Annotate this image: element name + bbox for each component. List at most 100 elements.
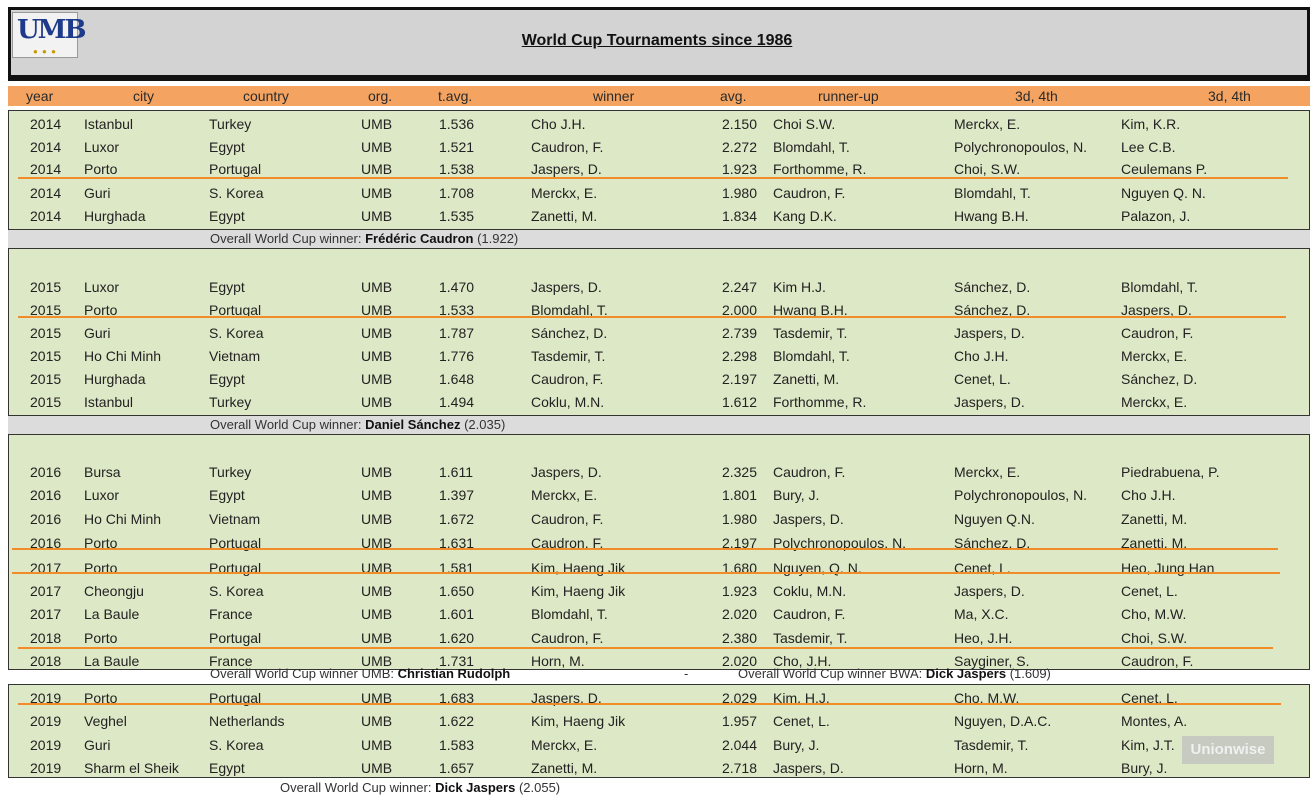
cell-org: UMB xyxy=(361,325,393,341)
cell-third-fourth-a: Cho J.H. xyxy=(954,348,1009,364)
overall-winner-2018: Overall World Cup winner UMB: Christian … xyxy=(8,666,1310,684)
cell-city: Guri xyxy=(84,325,111,341)
overall-prefix: Overall World Cup winner: xyxy=(280,780,436,795)
overall-suffix: (2.055) xyxy=(515,780,561,795)
overall-suffix: (1.922) xyxy=(473,231,519,246)
cell-third-fourth-a: Jaspers, D. xyxy=(954,583,1025,599)
cell-org: UMB xyxy=(361,511,393,527)
cell-third-fourth-a: Nguyen, D.A.C. xyxy=(954,713,1052,729)
cell-winner: Merckx, E. xyxy=(531,487,598,503)
cell-winner: Merckx, E. xyxy=(531,185,598,201)
cell-year: 2015 xyxy=(30,325,62,341)
cell-year: 2018 xyxy=(30,653,62,669)
cell-third-fourth-a: Tasdemir, T. xyxy=(954,737,1029,753)
cell-org: UMB xyxy=(361,737,393,753)
cell-winner: Kim, Haeng Jik xyxy=(531,713,626,729)
cell-runner-up: Caudron, F. xyxy=(773,606,846,622)
cell-third-fourth-b: Bury, J. xyxy=(1121,760,1168,776)
cell-year: 2018 xyxy=(30,630,62,646)
cell-avg: 2.197 xyxy=(721,371,757,387)
cell-country: S. Korea xyxy=(209,583,264,599)
cell-avg: 1.957 xyxy=(721,713,757,729)
cell-third-fourth-b: Montes, A. xyxy=(1121,713,1188,729)
cell-avg: 2.150 xyxy=(721,116,757,132)
cell-country: Egypt xyxy=(209,139,245,155)
cell-tavg: 1.776 xyxy=(439,348,475,364)
cell-third-fourth-b: Cenet, L. xyxy=(1121,583,1178,599)
cell-third-fourth-b: Merckx, E. xyxy=(1121,348,1188,364)
cell-third-fourth-a: Polychronopoulos, N. xyxy=(954,487,1088,503)
overall-winner-2014: Overall World Cup winner: Frédéric Caudr… xyxy=(8,230,1310,248)
block-2014 xyxy=(8,110,1310,230)
cell-year: 2016 xyxy=(30,464,62,480)
block-2019 xyxy=(8,684,1310,778)
cell-country: Turkey xyxy=(209,464,252,480)
cell-avg: 2.020 xyxy=(721,606,757,622)
header-avg: avg. xyxy=(720,88,747,104)
header-org: org. xyxy=(368,88,393,104)
cell-year: 2016 xyxy=(30,487,62,503)
cell-country: S. Korea xyxy=(209,325,264,341)
cell-country: Egypt xyxy=(209,371,245,387)
cell-third-fourth-b: Caudron, F. xyxy=(1121,325,1194,341)
overall-name: Daniel Sánchez xyxy=(365,417,461,432)
cell-runner-up: Tasdemir, T. xyxy=(773,325,848,341)
cell-avg: 2.298 xyxy=(721,348,757,364)
cell-third-fourth-b: Ceulemans P. xyxy=(1121,161,1208,177)
cell-winner: Tasdemir, T. xyxy=(531,348,606,364)
overall-line: Overall World Cup winner: Daniel Sánchez… xyxy=(210,417,505,432)
overall-name: Dick Jaspers xyxy=(435,780,516,795)
cell-year: 2015 xyxy=(30,348,62,364)
cell-org: UMB xyxy=(361,116,393,132)
cell-tavg: 1.650 xyxy=(439,583,475,599)
cell-third-fourth-a: Nguyen Q.N. xyxy=(954,511,1035,527)
cell-year: 2017 xyxy=(30,583,62,599)
cell-tavg: 1.397 xyxy=(439,487,475,503)
cell-winner: Zanetti, M. xyxy=(531,760,598,776)
cell-third-fourth-a: Hwang B.H. xyxy=(954,208,1029,224)
cell-runner-up: Jaspers, D. xyxy=(773,511,844,527)
world-cup-table-page: UMB ● ● ● World Cup Tournaments since 19… xyxy=(0,0,1314,805)
cell-country: Portugal xyxy=(209,161,262,177)
cell-org: UMB xyxy=(361,464,393,480)
table-header: year city country org. t.avg. winner avg… xyxy=(8,86,1310,106)
cell-runner-up: Forthomme, R. xyxy=(773,394,867,410)
cell-org: UMB xyxy=(361,394,393,410)
overall-umb-prefix: Overall World Cup winner UMB: xyxy=(210,666,398,681)
cell-tavg: 1.583 xyxy=(439,737,475,753)
cell-city: Luxor xyxy=(84,487,120,503)
cell-org: UMB xyxy=(361,487,393,503)
overall-prefix: Overall World Cup winner: xyxy=(210,231,366,246)
highlight-line-porto-2018 xyxy=(18,647,1273,649)
overall-winner-2019: Overall World Cup winner: Dick Jaspers (… xyxy=(8,779,1310,797)
header-winner: winner xyxy=(593,88,635,104)
cell-runner-up: Kim H.J. xyxy=(773,279,826,295)
cell-tavg: 1.620 xyxy=(439,630,475,646)
cell-third-fourth-a: Merckx, E. xyxy=(954,464,1021,480)
overall-suffix: (2.035) xyxy=(460,417,506,432)
cell-year: 2014 xyxy=(30,139,62,155)
cell-country: Turkey xyxy=(209,394,252,410)
cell-city: Istanbul xyxy=(84,394,134,410)
cell-winner: Jaspers, D. xyxy=(531,464,602,480)
highlight-line-porto-2015 xyxy=(18,316,1286,318)
cell-winner: Jaspers, D. xyxy=(531,161,602,177)
cell-year: 2014 xyxy=(30,161,62,177)
cell-year: 2017 xyxy=(30,606,62,622)
cell-runner-up: Bury, J. xyxy=(773,737,820,753)
cell-tavg: 1.601 xyxy=(439,606,475,622)
cell-tavg: 1.494 xyxy=(439,394,475,410)
cell-avg: 1.980 xyxy=(721,185,757,201)
header-tavg: t.avg. xyxy=(438,88,473,104)
cell-third-fourth-b: Palazon, J. xyxy=(1121,208,1191,224)
cell-tavg: 1.708 xyxy=(439,185,475,201)
cell-org: UMB xyxy=(361,371,393,387)
cell-winner: Jaspers, D. xyxy=(531,279,602,295)
cell-country: Vietnam xyxy=(209,348,261,364)
cell-tavg: 1.536 xyxy=(439,116,475,132)
overall-bwa-name: Dick Jaspers xyxy=(925,666,1007,681)
cell-winner: Zanetti, M. xyxy=(531,208,598,224)
overall-line: Overall World Cup winner: Dick Jaspers (… xyxy=(280,780,560,795)
cell-country: Portugal xyxy=(209,630,262,646)
cell-third-fourth-a: Jaspers, D. xyxy=(954,394,1025,410)
